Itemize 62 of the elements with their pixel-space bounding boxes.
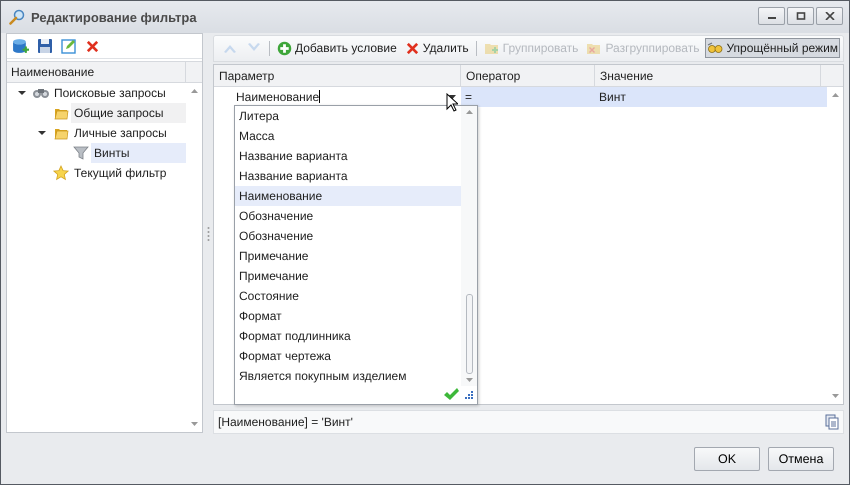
binoculars-icon	[32, 87, 50, 99]
column-header[interactable]: Параметр	[214, 64, 461, 86]
toolbar-button[interactable]: Удалить	[402, 38, 471, 59]
checkmark-icon[interactable]	[443, 388, 459, 402]
star-icon	[53, 165, 69, 181]
dialog-button[interactable]: Отмена	[768, 447, 834, 471]
toolbar-button[interactable]: Добавить условие	[275, 38, 399, 59]
list-item[interactable]: Масса	[235, 126, 461, 146]
list-item[interactable]: Литера	[235, 106, 461, 126]
list-item[interactable]: Примечание	[235, 246, 461, 266]
scroll-up-icon[interactable]	[466, 110, 472, 114]
list-item[interactable]: Состояние	[235, 286, 461, 306]
scroll-down-icon[interactable]	[466, 378, 472, 382]
list-item[interactable]: Формат чертежа	[235, 346, 461, 366]
tree-item[interactable]: Текущий фильтр	[71, 163, 186, 183]
table-row[interactable]: Наименование = Винт	[214, 86, 827, 107]
list-item[interactable]: Является покупным изделием	[235, 366, 461, 386]
funnel-icon	[73, 145, 89, 161]
list-item[interactable]: Примечание	[235, 266, 461, 286]
list-item[interactable]: Формат	[235, 306, 461, 326]
tree-item[interactable]: Личные запросы	[71, 123, 186, 143]
tree-item[interactable]: Общие запросы	[71, 103, 186, 123]
scroll-up-icon[interactable]	[190, 89, 198, 93]
plus-icon	[277, 40, 292, 56]
splitter-grip-icon[interactable]	[206, 226, 210, 242]
tree-item[interactable]: Винты	[91, 143, 186, 163]
scroll-up-icon[interactable]	[832, 92, 838, 97]
collapse-arrow-icon[interactable]	[18, 89, 26, 97]
glasses-icon	[707, 41, 724, 56]
scroll-down-icon[interactable]	[190, 422, 198, 426]
cross-icon	[404, 40, 420, 56]
scrollbar[interactable]	[461, 106, 477, 386]
window-title: Редактирование фильтра	[31, 10, 198, 24]
maximize-button[interactable]	[787, 7, 814, 25]
delete-icon[interactable]	[85, 38, 100, 54]
magnifier-icon	[9, 9, 25, 25]
table-cell-text: =	[464, 88, 474, 106]
edit-icon[interactable]	[61, 38, 77, 54]
column-header[interactable]: Оператор	[461, 64, 595, 86]
close-icon	[824, 12, 834, 20]
scroll-down-icon[interactable]	[832, 394, 838, 398]
table-cell-text: Винт	[598, 88, 627, 106]
database-plus-icon[interactable]	[12, 38, 29, 54]
list-item[interactable]: Название варианта	[235, 166, 461, 186]
copy-icon[interactable]	[825, 414, 839, 430]
column-header[interactable]: Значение	[595, 64, 821, 86]
dialog-button[interactable]: OK	[694, 447, 760, 471]
tree-item[interactable]: Поисковые запросы	[51, 83, 186, 103]
minimize-button[interactable]	[758, 7, 785, 25]
close-button[interactable]	[816, 7, 843, 25]
collapse-arrow-icon[interactable]	[38, 129, 46, 137]
maximize-icon	[796, 12, 806, 20]
dropdown-arrow-icon[interactable]	[449, 94, 456, 99]
toolbar-button[interactable]: Упрощённый режим	[705, 38, 840, 58]
list-item[interactable]: Название варианта	[235, 146, 461, 166]
list-item[interactable]: Формат подлинника	[235, 326, 461, 346]
save-icon[interactable]	[37, 38, 53, 54]
resize-grip-icon[interactable]	[465, 390, 473, 399]
list-item[interactable]: Наименование	[235, 186, 461, 206]
expression-text: [Наименование] = 'Винт'	[218, 415, 353, 430]
list-item[interactable]: Обозначение	[235, 226, 461, 246]
list-item[interactable]: Обозначение	[235, 206, 461, 226]
